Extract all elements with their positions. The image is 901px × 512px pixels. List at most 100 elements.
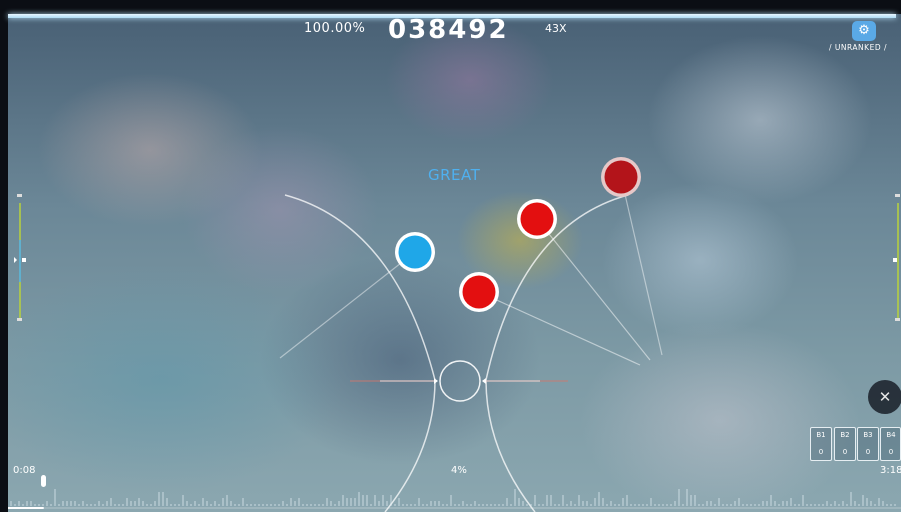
spectrum-bar	[266, 504, 268, 506]
score-counter: 038492	[388, 15, 509, 45]
spectrum-bar	[518, 498, 520, 506]
spectrum-bar	[810, 504, 812, 506]
progress-scrubber[interactable]	[41, 475, 47, 487]
spectrum-bar	[642, 504, 644, 506]
key-count: 0	[888, 448, 894, 456]
spectrum-bar	[98, 501, 100, 506]
spectrum-bar	[118, 504, 120, 506]
spectrum-bar	[522, 501, 524, 506]
spectrum-bar	[414, 504, 416, 506]
spectrum-bar	[250, 504, 252, 506]
spectrum-bar	[214, 501, 216, 506]
spectrum-bar	[822, 504, 824, 506]
spectrum-bar	[634, 504, 636, 506]
spectrum-bar	[278, 504, 280, 506]
spectrum-bar	[490, 504, 492, 506]
key-label: B4	[886, 431, 896, 439]
spectrum-bar	[530, 504, 532, 506]
spectrum-bar	[190, 504, 192, 506]
note-trail-line	[620, 176, 663, 356]
spectrum-bar	[850, 492, 852, 506]
spectrum-bar	[886, 504, 888, 506]
spectrum-bar	[498, 504, 500, 506]
spectrum-bar	[486, 504, 488, 506]
note-blue[interactable]	[395, 232, 435, 272]
spectrum-bar	[746, 504, 748, 506]
settings-button[interactable]: ⚙	[852, 21, 876, 41]
spectrum-bar	[618, 504, 620, 506]
spectrum-bar	[326, 498, 328, 506]
spectrum-bar	[846, 504, 848, 506]
spectrum-bar	[690, 495, 692, 506]
spectrum-bar	[510, 504, 512, 506]
key-label: B1	[816, 431, 826, 439]
key-label: B2	[840, 431, 850, 439]
spectrum-bar	[706, 501, 708, 506]
spectrum-bar	[798, 504, 800, 506]
spectrum-bar	[590, 504, 592, 506]
cursor-ring	[439, 360, 481, 402]
spectrum-bar	[374, 495, 376, 506]
spectrum-bar	[70, 501, 72, 506]
spectrum-bar	[614, 504, 616, 506]
spectrum-bar	[410, 504, 412, 506]
spectrum-bar	[142, 501, 144, 506]
spectrum-bar	[246, 504, 248, 506]
spectrum-bar	[814, 504, 816, 506]
note-dark-red[interactable]	[601, 157, 641, 197]
spectrum-bar	[78, 504, 80, 506]
spectrum-bar	[318, 504, 320, 506]
spectrum-bar	[170, 504, 172, 506]
note-trail-line	[279, 251, 416, 359]
spectrum-bar	[122, 504, 124, 506]
spectrum-bar	[606, 504, 608, 506]
spectrum-bar	[870, 501, 872, 506]
spectrum-bar	[854, 501, 856, 506]
spectrum-bar	[210, 504, 212, 506]
spectrum-bar	[258, 504, 260, 506]
spectrum-bar	[358, 492, 360, 506]
spectrum-bar	[602, 498, 604, 506]
spectrum-bar	[386, 501, 388, 506]
spectrum-bar	[466, 504, 468, 506]
note-red[interactable]	[459, 272, 499, 312]
spectrum-bar	[526, 504, 528, 506]
spectrum-bar	[322, 504, 324, 506]
spectrum-bar	[450, 495, 452, 506]
audio-spectrum	[10, 489, 896, 506]
spectrum-bar	[30, 501, 32, 506]
note-red[interactable]	[517, 199, 557, 239]
spectrum-bar	[330, 501, 332, 506]
spectrum-bar	[506, 498, 508, 506]
playfield	[8, 157, 901, 512]
spectrum-bar	[166, 498, 168, 506]
spectrum-bar	[866, 498, 868, 506]
spectrum-bar	[150, 504, 152, 506]
spectrum-bar	[442, 504, 444, 506]
spectrum-bar	[650, 498, 652, 506]
spectrum-bar	[678, 489, 680, 506]
spectrum-bar	[774, 501, 776, 506]
spectrum-bar	[370, 504, 372, 506]
spectrum-bar	[354, 498, 356, 506]
spectrum-bar	[350, 498, 352, 506]
spectrum-bar	[238, 504, 240, 506]
key-count: 0	[842, 448, 848, 456]
spectrum-bar	[766, 501, 768, 506]
spectrum-bar	[314, 504, 316, 506]
spectrum-bar	[154, 501, 156, 506]
spectrum-bar	[782, 501, 784, 506]
key-counter-b2: B2 0	[834, 427, 856, 461]
spectrum-bar	[110, 498, 112, 506]
spectrum-bar	[182, 495, 184, 506]
spectrum-bar	[418, 498, 420, 506]
spectrum-bar	[74, 501, 76, 506]
spectrum-bar	[794, 504, 796, 506]
spectrum-bar	[134, 501, 136, 506]
spectrum-bar	[478, 504, 480, 506]
spectrum-bar	[754, 504, 756, 506]
spectrum-bar	[434, 501, 436, 506]
spectrum-bar	[202, 498, 204, 506]
key-counter-b3: B3 0	[857, 427, 879, 461]
close-button[interactable]: ✕	[868, 380, 901, 414]
